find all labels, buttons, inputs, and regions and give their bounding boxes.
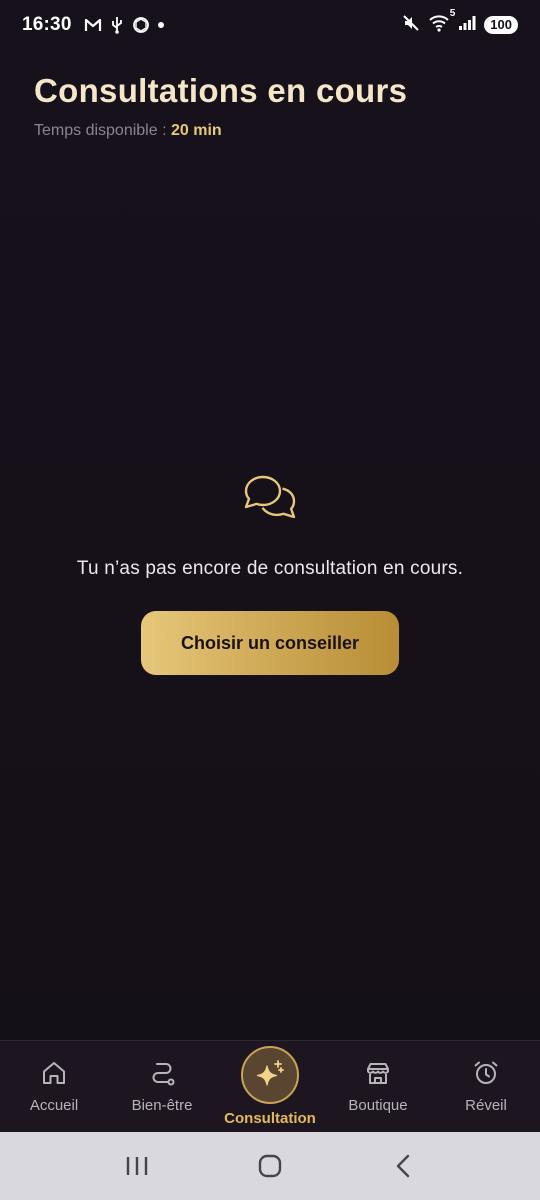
home-icon: [43, 1062, 65, 1084]
battery-indicator: 100: [484, 16, 518, 34]
home-button[interactable]: [250, 1146, 290, 1186]
empty-state-message: Tu n’as pas encore de consultation en co…: [76, 558, 464, 579]
status-time: 16:30: [22, 14, 72, 35]
nav-label-reveil: Réveil: [465, 1097, 507, 1114]
system-status-icons: 5 100: [402, 8, 518, 37]
available-time: Temps disponible : 20 min: [34, 122, 222, 140]
available-time-value: 20 min: [170, 122, 222, 139]
store-icon: [367, 1063, 389, 1084]
nav-label-consultation: Consultation: [224, 1110, 316, 1127]
recent-apps-button[interactable]: [117, 1146, 157, 1186]
nav-item-reveil[interactable]: Réveil: [432, 1041, 540, 1133]
alarm-clock-icon: [474, 1061, 498, 1084]
nav-item-consultation[interactable]: Consultation: [216, 1041, 324, 1133]
notification-icons: [84, 16, 164, 34]
sparkle-icon: [256, 1060, 284, 1086]
chat-bubbles-icon: [244, 475, 296, 519]
empty-state: Tu n’as pas encore de consultation en co…: [0, 474, 540, 675]
page-title: Consultations en cours: [34, 72, 408, 109]
nav-label-accueil: Accueil: [29, 1097, 79, 1114]
system-navigation-bar: [0, 1132, 540, 1200]
recent-apps-icon: [126, 1157, 147, 1175]
mute-icon: [402, 14, 420, 37]
openai-icon: [132, 16, 150, 34]
nav-item-boutique[interactable]: Boutique: [324, 1041, 432, 1133]
nav-item-bien-etre[interactable]: Bien-être: [108, 1041, 216, 1133]
gmail-icon: [84, 17, 102, 33]
active-tab-indicator: [241, 1046, 299, 1104]
nav-label-boutique: Boutique: [348, 1097, 408, 1114]
usb-icon: [110, 16, 124, 34]
bottom-navigation: Accueil Bien-être Consultation Boutique …: [0, 1040, 540, 1132]
network-badge: 5: [449, 7, 456, 19]
available-time-label: Temps disponible :: [34, 122, 167, 139]
path-icon: [152, 1063, 175, 1086]
app-screen: 16:30 5 100 Consultations en cours Temps…: [0, 0, 540, 1200]
signal-icon: [458, 15, 476, 36]
back-button[interactable]: [383, 1146, 423, 1186]
nav-label-bien-etre: Bien-être: [131, 1097, 193, 1114]
nav-item-accueil[interactable]: Accueil: [0, 1041, 108, 1133]
more-notifications-dot: [157, 22, 164, 28]
back-chevron-icon: [397, 1154, 410, 1178]
home-circle-icon: [258, 1154, 282, 1178]
wifi-icon: 5: [428, 8, 455, 37]
choose-advisor-button[interactable]: Choisir un conseiller: [141, 611, 399, 675]
status-bar: 16:30 5 100: [0, 0, 540, 50]
